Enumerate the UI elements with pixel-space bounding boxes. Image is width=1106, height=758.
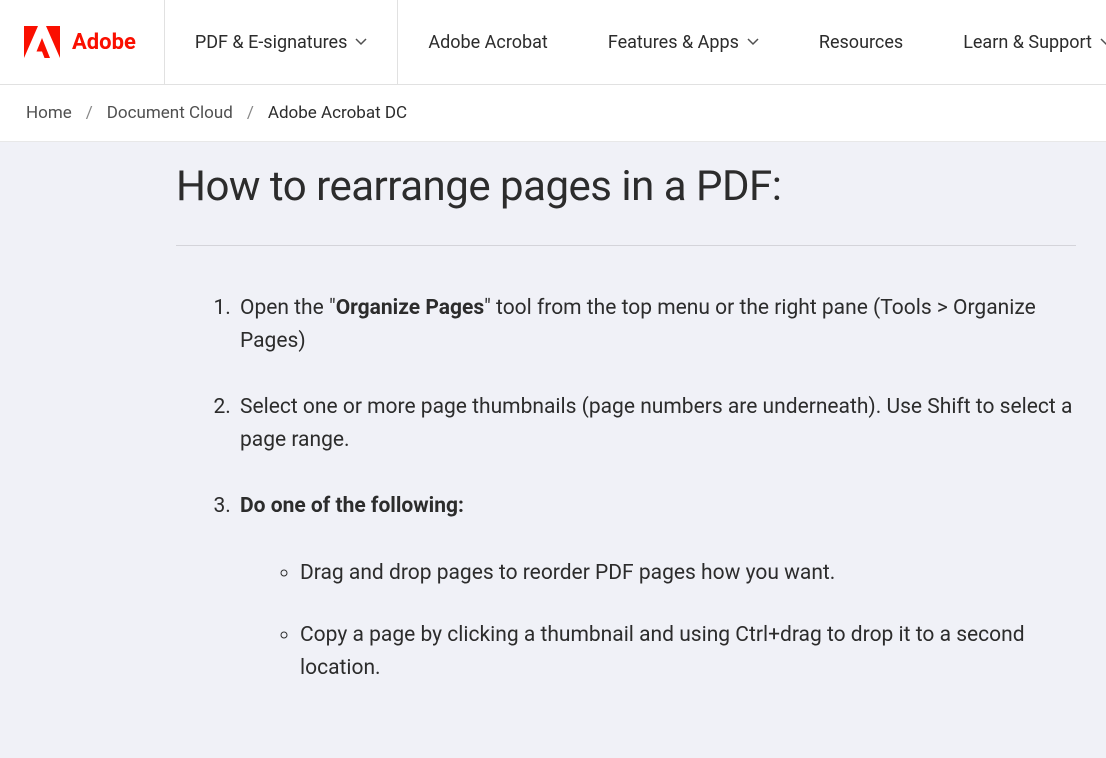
breadcrumb-current: Adobe Acrobat DC [268, 103, 407, 123]
step-text: Select one or more page thumbnails (page… [240, 395, 1072, 452]
step-2: Select one or more page thumbnails (page… [236, 391, 1076, 456]
sub-text: Copy a page by clicking a thumbnail and … [300, 623, 1025, 680]
breadcrumb-document-cloud[interactable]: Document Cloud [107, 103, 233, 123]
adobe-logo-icon [24, 26, 60, 58]
step-1: Open the "Organize Pages" tool from the … [236, 292, 1076, 357]
step-text-bold: Do one of the following: [240, 494, 464, 518]
nav-label: Resources [819, 32, 903, 53]
sub-item: Drag and drop pages to reorder PDF pages… [300, 557, 1076, 590]
nav-resources[interactable]: Resources [789, 0, 933, 84]
content-area: How to rearrange pages in a PDF: Open th… [0, 142, 1106, 758]
nav-label: Adobe Acrobat [428, 32, 547, 53]
nav-label: Features & Apps [608, 32, 739, 53]
top-nav: Adobe PDF & E-signatures Adobe Acrobat F… [0, 0, 1106, 85]
nav-label: Learn & Support [963, 32, 1092, 53]
nav-learn-support[interactable]: Learn & Support [933, 0, 1106, 84]
nav-pdf-esignatures[interactable]: PDF & E-signatures [165, 0, 399, 84]
nav-adobe-acrobat[interactable]: Adobe Acrobat [398, 0, 577, 84]
breadcrumb-separator: / [247, 103, 254, 123]
chevron-down-icon [355, 38, 367, 46]
sub-item: Copy a page by clicking a thumbnail and … [300, 619, 1076, 684]
sub-list: Drag and drop pages to reorder PDF pages… [300, 557, 1076, 685]
step-text-bold: Organize Pages [336, 296, 484, 320]
steps-list: Open the "Organize Pages" tool from the … [236, 292, 1076, 684]
breadcrumb-home[interactable]: Home [26, 103, 72, 123]
chevron-down-icon [1100, 38, 1106, 46]
adobe-logo-text: Adobe [72, 30, 136, 55]
nav-label: PDF & E-signatures [195, 32, 348, 53]
breadcrumb-separator: / [86, 103, 93, 123]
step-3: Do one of the following: Drag and drop p… [236, 490, 1076, 684]
sub-text: Drag and drop pages to reorder PDF pages… [300, 561, 835, 585]
breadcrumb: Home / Document Cloud / Adobe Acrobat DC [0, 85, 1106, 142]
step-text: Open the " [240, 296, 336, 320]
page-title: How to rearrange pages in a PDF: [176, 162, 1076, 246]
nav-features-apps[interactable]: Features & Apps [578, 0, 789, 84]
chevron-down-icon [747, 38, 759, 46]
adobe-logo[interactable]: Adobe [0, 0, 165, 84]
